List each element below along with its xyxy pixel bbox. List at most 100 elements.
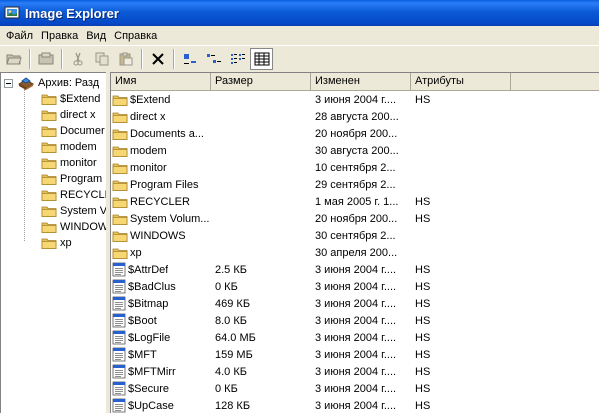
list-row[interactable]: $MFT 159 МБ 3 июня 2004 г.... HS — [111, 346, 599, 363]
list-row[interactable]: RECYCLER 1 мая 2005 г. 1... HS — [111, 193, 599, 210]
extract-icon — [38, 52, 53, 65]
tree-root-label: Архив: Разд — [38, 77, 100, 89]
tree-connector — [24, 89, 25, 241]
drive-icon — [17, 77, 35, 90]
column-header-name[interactable]: Имя — [111, 73, 211, 91]
open-button[interactable] — [2, 48, 25, 70]
tree-item[interactable]: modem — [41, 139, 97, 155]
list-row[interactable]: $MFTMirr 4.0 КБ 3 июня 2004 г.... HS — [111, 363, 599, 380]
paste-button[interactable] — [114, 48, 137, 70]
large-icons-view-button[interactable] — [178, 48, 201, 70]
list-row[interactable]: $AttrDef 2.5 КБ 3 июня 2004 г.... HS — [111, 261, 599, 278]
list-row[interactable]: $Boot 8.0 КБ 3 июня 2004 г.... HS — [111, 312, 599, 329]
tree-item[interactable]: WINDOW — [41, 219, 106, 235]
menu-help[interactable]: Справка — [110, 30, 161, 42]
toolbar-separator — [29, 49, 31, 69]
folder-tree[interactable]: Архив: Разд $Extend direct x Documer modem m… — [0, 72, 106, 413]
tree-item[interactable]: Documer — [41, 123, 105, 139]
item-name: $LogFile — [128, 331, 171, 344]
tree-item[interactable]: xp — [41, 235, 72, 251]
name-cell: $Boot — [111, 313, 211, 328]
tree-item-label: xp — [60, 237, 72, 249]
list-view-button[interactable] — [226, 48, 249, 70]
details-view-button[interactable] — [250, 48, 273, 70]
folder-icon — [41, 238, 57, 249]
attributes-cell: HS — [415, 399, 431, 412]
tree-item[interactable]: RECYCLER — [41, 187, 106, 203]
item-name: Documents a... — [130, 127, 204, 140]
copy-button[interactable] — [90, 48, 113, 70]
tree-item[interactable]: $Extend — [41, 91, 100, 107]
name-cell: monitor — [111, 161, 211, 175]
list-row[interactable]: WINDOWS 30 сентября 2... — [111, 227, 599, 244]
tree-item-label: System V — [60, 205, 106, 217]
tree-item-label: modem — [60, 141, 97, 153]
column-header-size[interactable]: Размер — [211, 73, 311, 91]
menu-view[interactable]: Вид — [82, 30, 110, 42]
folder-icon — [112, 180, 128, 191]
name-cell: RECYCLER — [111, 195, 211, 209]
delete-button[interactable] — [146, 48, 169, 70]
attributes-cell: HS — [415, 314, 431, 327]
item-name: RECYCLER — [130, 195, 190, 208]
modified-cell: 3 июня 2004 г.... — [315, 314, 397, 327]
list-row[interactable]: System Volum... 20 ноября 200... HS — [111, 210, 599, 227]
size-cell: 0 КБ — [215, 280, 238, 293]
folder-icon — [112, 95, 128, 106]
name-cell: $AttrDef — [111, 262, 211, 277]
extract-button[interactable] — [34, 48, 57, 70]
list-row[interactable]: $LogFile 64.0 МБ 3 июня 2004 г.... HS — [111, 329, 599, 346]
tree-item[interactable]: monitor — [41, 155, 97, 171]
toolbar — [0, 45, 599, 72]
list-row[interactable]: Program Files 29 сентября 2... — [111, 176, 599, 193]
folder-icon — [112, 163, 128, 174]
modified-cell: 20 ноября 200... — [315, 212, 398, 225]
name-cell: $BadClus — [111, 279, 211, 294]
item-name: $Secure — [128, 382, 169, 395]
small-icons-view-button[interactable] — [202, 48, 225, 70]
list-row[interactable]: $UpCase 128 КБ 3 июня 2004 г.... HS — [111, 397, 599, 413]
folder-icon — [112, 146, 128, 157]
list-row[interactable]: monitor 10 сентября 2... — [111, 159, 599, 176]
column-header-modified[interactable]: Изменен — [311, 73, 411, 91]
modified-cell: 10 сентября 2... — [315, 161, 396, 174]
item-name: monitor — [130, 161, 167, 174]
size-cell: 159 МБ — [215, 348, 253, 361]
attributes-cell: HS — [415, 348, 431, 361]
modified-cell: 30 апреля 200... — [315, 246, 398, 259]
folder-icon — [112, 248, 128, 259]
tree-root-item[interactable]: Архив: Разд — [4, 75, 99, 91]
name-cell: $LogFile — [111, 330, 211, 345]
attributes-cell: HS — [415, 93, 431, 106]
list-header: Имя Размер Изменен Атрибуты — [111, 73, 599, 91]
list-row[interactable]: direct x 28 августа 200... — [111, 108, 599, 125]
list-row[interactable]: Documents a... 20 ноября 200... — [111, 125, 599, 142]
tree-item[interactable]: Program — [41, 171, 102, 187]
item-name: $Bitmap — [128, 297, 169, 310]
column-header-attributes[interactable]: Атрибуты — [411, 73, 511, 91]
list-row[interactable]: $Bitmap 469 КБ 3 июня 2004 г.... HS — [111, 295, 599, 312]
collapse-icon[interactable] — [4, 78, 13, 88]
list-row[interactable]: $Extend 3 июня 2004 г.... HS — [111, 91, 599, 108]
list-row[interactable]: $BadClus 0 КБ 3 июня 2004 г.... HS — [111, 278, 599, 295]
name-cell: modem — [111, 144, 211, 158]
tree-item[interactable]: direct x — [41, 107, 95, 123]
modified-cell: 29 сентября 2... — [315, 178, 396, 191]
name-cell: Program Files — [111, 178, 211, 192]
list-row[interactable]: modem 30 августа 200... — [111, 142, 599, 159]
folder-icon — [41, 94, 57, 105]
item-name: $MFT — [128, 348, 157, 361]
cut-button[interactable] — [66, 48, 89, 70]
tree-item-label: direct x — [60, 109, 96, 121]
attributes-cell: HS — [415, 263, 431, 276]
file-list[interactable]: Имя Размер Изменен Атрибуты $Extend 3 июн… — [110, 72, 599, 413]
menu-bar: Файл Правка Вид Справка — [0, 26, 599, 45]
column-header-filler — [511, 73, 599, 91]
details-view-icon — [254, 52, 269, 66]
menu-file[interactable]: Файл — [2, 30, 37, 42]
tree-item[interactable]: System V — [41, 203, 106, 219]
menu-edit[interactable]: Правка — [37, 30, 82, 42]
list-row[interactable]: xp 30 апреля 200... — [111, 244, 599, 261]
system-file-icon — [112, 398, 126, 413]
list-row[interactable]: $Secure 0 КБ 3 июня 2004 г.... HS — [111, 380, 599, 397]
